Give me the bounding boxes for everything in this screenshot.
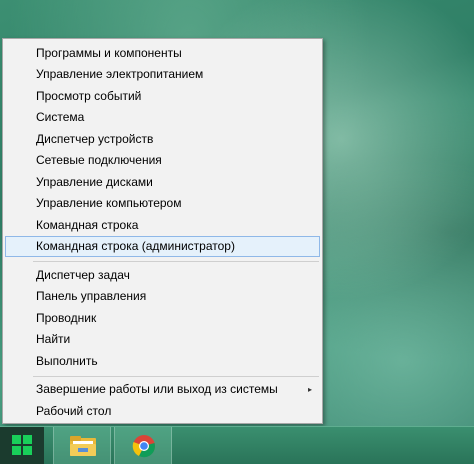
menu-item-power-options[interactable]: Управление электропитанием	[5, 64, 320, 85]
menu-item-label: Завершение работы или выход из системы	[36, 382, 278, 396]
menu-item-disk-management[interactable]: Управление дисками	[5, 172, 320, 193]
menu-separator	[33, 261, 319, 262]
menu-item-programs-and-features[interactable]: Программы и компоненты	[5, 43, 320, 64]
menu-item-device-manager[interactable]: Диспетчер устройств	[5, 129, 320, 150]
chrome-icon	[132, 435, 155, 458]
menu-item-control-panel[interactable]: Панель управления	[5, 286, 320, 307]
menu-item-system[interactable]: Система	[5, 107, 320, 128]
menu-item-run[interactable]: Выполнить	[5, 351, 320, 372]
windows-logo-icon	[12, 435, 32, 455]
menu-item-command-prompt[interactable]: Командная строка	[5, 215, 320, 236]
winx-context-menu: Программы и компоненты Управление электр…	[2, 38, 323, 424]
taskbar-chrome-button[interactable]	[114, 427, 172, 464]
menu-item-shutdown-signout[interactable]: Завершение работы или выход из системы ▸	[5, 379, 320, 400]
taskbar	[0, 426, 474, 464]
menu-item-computer-management[interactable]: Управление компьютером	[5, 193, 320, 214]
menu-item-desktop[interactable]: Рабочий стол	[5, 401, 320, 422]
start-button[interactable]	[0, 427, 44, 464]
menu-item-event-viewer[interactable]: Просмотр событий	[5, 86, 320, 107]
menu-separator	[33, 376, 319, 377]
file-explorer-icon	[70, 436, 96, 456]
menu-item-search[interactable]: Найти	[5, 329, 320, 350]
submenu-arrow-icon: ▸	[307, 385, 312, 394]
menu-item-command-prompt-admin[interactable]: Командная строка (администратор)	[5, 236, 320, 257]
menu-item-file-explorer[interactable]: Проводник	[5, 308, 320, 329]
menu-item-network-connections[interactable]: Сетевые подключения	[5, 150, 320, 171]
menu-item-task-manager[interactable]: Диспетчер задач	[5, 265, 320, 286]
taskbar-file-explorer-button[interactable]	[53, 427, 111, 464]
